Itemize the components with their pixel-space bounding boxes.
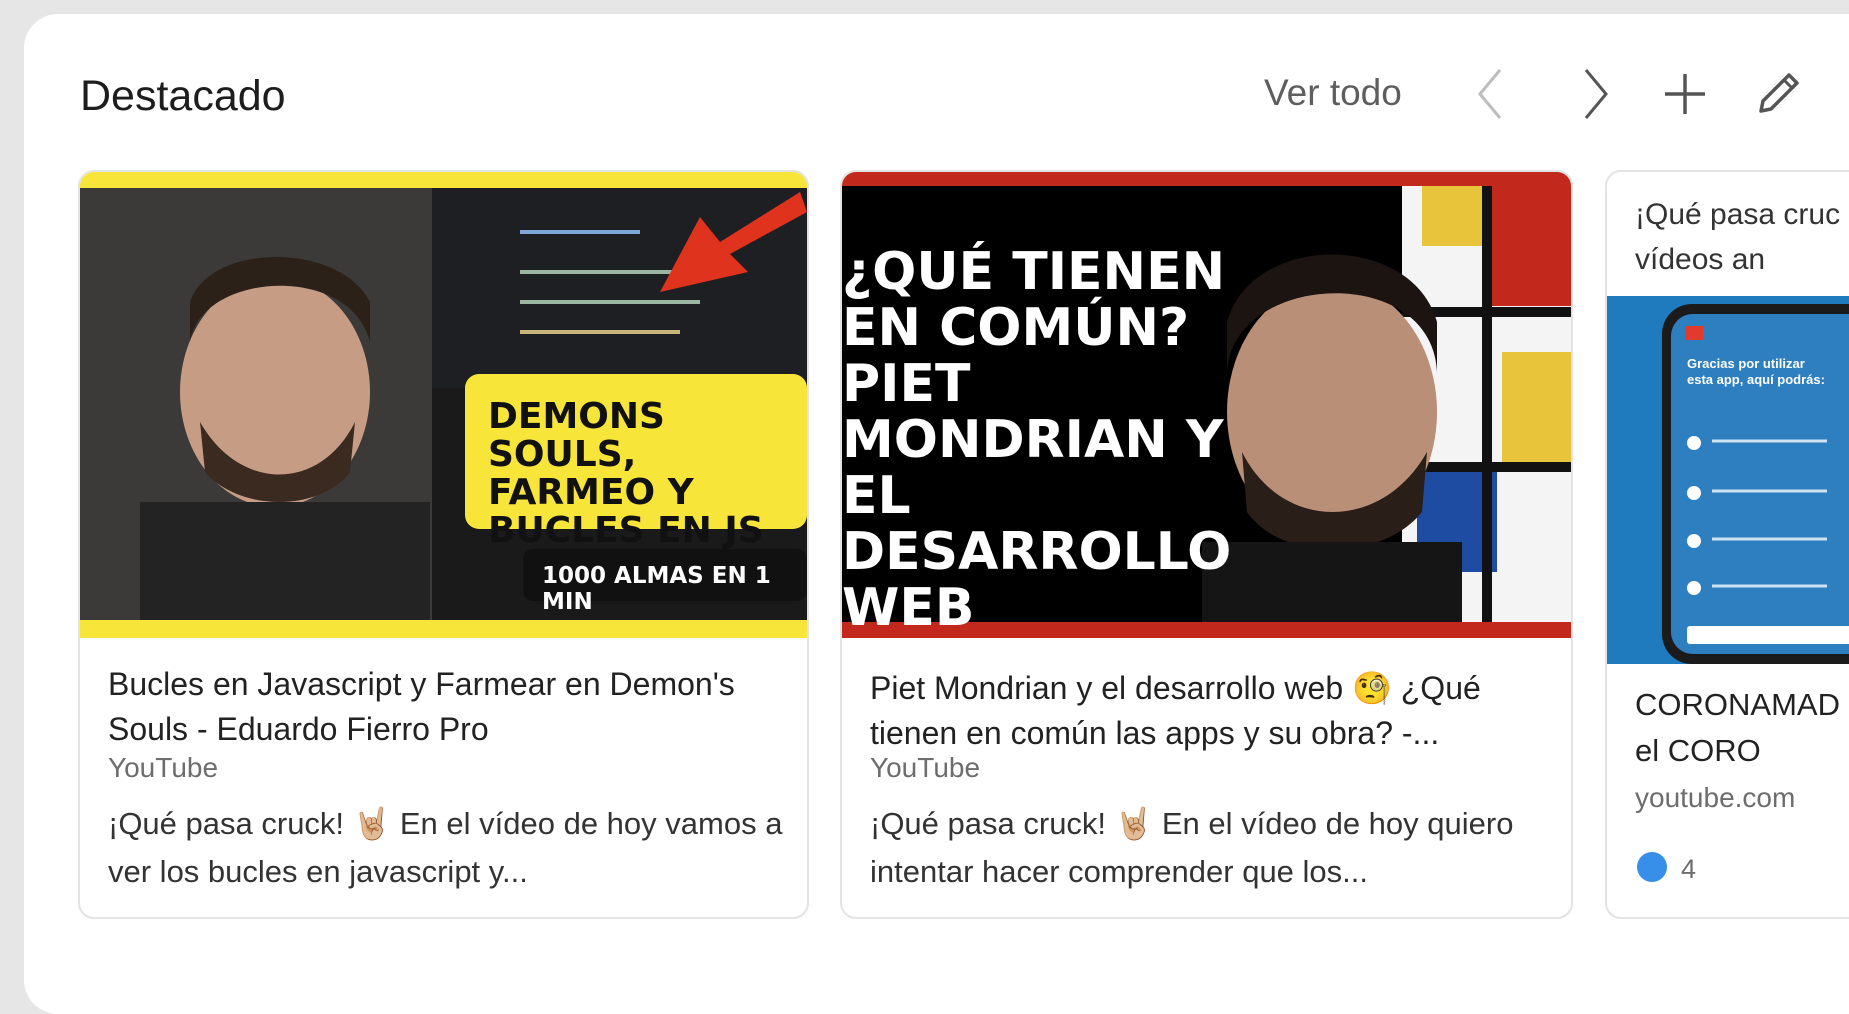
thumbnail-headline: ¿QUÉ TIENEN EN COMÚN? PIET MONDRIAN Y EL… [842, 242, 1232, 638]
thumbnail-badge: 1000 ALMAS EN 1 MIN [542, 563, 771, 615]
section-title: Destacado [80, 72, 286, 120]
video-thumbnail[interactable]: DEMONS SOULS, FARMEO Y BUCLES EN JS 1000… [80, 172, 807, 638]
like-icon [1637, 852, 1667, 882]
chevron-right-icon [1584, 69, 1608, 119]
post-intro: ¡Qué pasa cruc de 3 vídeos an [1635, 198, 1849, 276]
plus-icon [1665, 74, 1705, 114]
edit-button[interactable] [1746, 62, 1810, 126]
chevron-left-icon [1478, 69, 1502, 119]
thumbnail-headline: DEMONS SOULS, FARMEO Y BUCLES EN JS [488, 396, 764, 551]
add-button[interactable] [1653, 62, 1717, 126]
card-source: YouTube [108, 752, 219, 783]
pencil-icon [1759, 73, 1799, 113]
see-all-link[interactable]: Ver todo [1264, 72, 1402, 114]
card-title[interactable]: CORONAMAD sobre el CORO [1635, 682, 1849, 774]
featured-card[interactable]: ¿QUÉ TIENEN EN COMÚN? PIET MONDRIAN Y EL… [840, 170, 1573, 919]
card-source: youtube.com [1635, 782, 1796, 813]
video-thumbnail[interactable]: ¿QUÉ TIENEN EN COMÚN? PIET MONDRIAN Y EL… [842, 172, 1571, 638]
card-title[interactable]: Bucles en Javascript y Farmear en Demon'… [108, 662, 788, 752]
video-thumbnail[interactable]: Gracias por utilizar esta app, aquí podr… [1607, 296, 1849, 664]
card-description: ¡Qué pasa cruck! 🤘🏼 En el vídeo de hoy q… [870, 806, 1514, 889]
prev-button[interactable] [1458, 62, 1522, 126]
phone-title: Gracias por utilizar esta app, aquí podr… [1687, 356, 1825, 387]
featured-card[interactable]: DEMONS SOULS, FARMEO Y BUCLES EN JS 1000… [78, 170, 809, 919]
reaction-count[interactable]: 4 [1681, 854, 1696, 885]
card-source: YouTube [870, 752, 981, 783]
card-title[interactable]: Piet Mondrian y el desarrollo web 🧐 ¿Qué… [870, 666, 1550, 756]
next-button[interactable] [1564, 62, 1628, 126]
card-description: ¡Qué pasa cruck! 🤘🏼 En el vídeo de hoy v… [108, 806, 783, 889]
phone-mockup [1662, 304, 1849, 664]
featured-card[interactable]: ¡Qué pasa cruc de 3 vídeos an Gracias po… [1605, 170, 1849, 919]
